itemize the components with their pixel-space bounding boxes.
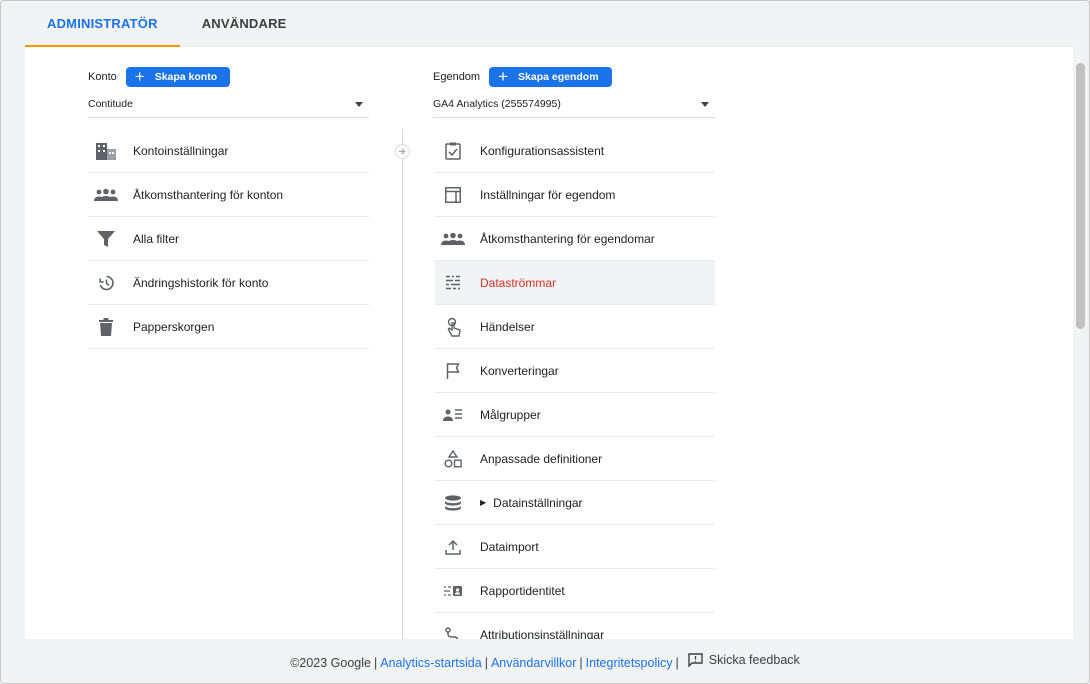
expand-arrow-icon[interactable]: ▶ — [480, 498, 486, 507]
account-label: Konto — [88, 71, 117, 83]
scrollbar-thumb[interactable] — [1076, 63, 1085, 329]
account-item-filters[interactable]: Alla filter — [88, 217, 369, 261]
filter-icon — [94, 227, 118, 251]
property-item-data-import[interactable]: Dataimport — [435, 525, 715, 569]
history-icon — [94, 271, 118, 295]
property-item-data-settings[interactable]: ▶ Datainställningar — [435, 481, 715, 525]
column-divider — [402, 129, 403, 639]
plus-icon: + — [498, 67, 509, 86]
property-item-data-streams[interactable]: Dataströmmar — [435, 261, 715, 305]
property-item-label: Rapportidentitet — [480, 583, 565, 598]
property-item-reporting-identity[interactable]: Rapportidentitet — [435, 569, 715, 613]
property-item-label: Dataströmmar — [480, 275, 557, 290]
create-account-label: Skapa konto — [154, 71, 218, 83]
account-item-settings[interactable]: Kontoinställningar — [88, 129, 369, 173]
account-item-history[interactable]: Ändringshistorik för konto — [88, 261, 369, 305]
scrollbar[interactable] — [1074, 47, 1088, 639]
property-item-setup-assistant[interactable]: Konfigurationsassistent — [435, 129, 715, 173]
building-icon — [94, 139, 118, 163]
create-property-button[interactable]: + Skapa egendom — [489, 67, 612, 87]
property-item-label: Målgrupper — [480, 407, 541, 422]
feedback-icon — [688, 653, 703, 667]
property-item-custom-definitions[interactable]: Anpassade definitioner — [435, 437, 715, 481]
terms-link[interactable]: Användarvillkor — [491, 656, 576, 670]
account-item-label: Kontoinställningar — [133, 143, 229, 158]
plus-icon: + — [134, 67, 145, 86]
property-icon — [441, 183, 465, 207]
copyright-text: ©2023 Google — [290, 656, 371, 670]
touch-icon — [441, 315, 465, 339]
property-item-label: Åtkomsthantering för egendomar — [480, 231, 655, 246]
upload-icon — [441, 535, 465, 559]
property-item-conversions[interactable]: Konverteringar — [435, 349, 715, 393]
account-item-label: Ändringshistorik för konto — [133, 275, 269, 290]
send-feedback-button[interactable]: Skicka feedback — [682, 653, 800, 667]
property-select-value: GA4 Analytics (255574995) — [433, 98, 561, 110]
tab-administrator[interactable]: ADMINISTRATÖR — [25, 1, 180, 47]
property-item-events[interactable]: Händelser — [435, 305, 715, 349]
property-label: Egendom — [433, 71, 481, 83]
people-icon — [441, 227, 465, 251]
account-select[interactable]: Contitude — [88, 93, 369, 118]
create-property-label: Skapa egendom — [518, 71, 599, 83]
property-item-label: Attributionsinställningar — [480, 627, 605, 640]
trash-icon — [94, 315, 118, 339]
feedback-label: Skicka feedback — [708, 653, 800, 667]
audience-icon — [441, 403, 465, 427]
property-header: Egendom + Skapa egendom — [433, 67, 612, 87]
account-item-trash[interactable]: Papperskorgen — [88, 305, 369, 349]
property-item-audiences[interactable]: Målgrupper — [435, 393, 715, 437]
route-icon — [441, 623, 465, 639]
create-account-button[interactable]: + Skapa konto — [125, 67, 231, 87]
property-item-label: Konfigurationsassistent — [480, 143, 605, 158]
property-item-attribution-settings[interactable]: Attributionsinställningar — [435, 613, 715, 639]
dropdown-arrow-icon — [701, 102, 709, 107]
account-item-label: Papperskorgen — [133, 319, 215, 334]
account-header: Konto + Skapa konto — [88, 67, 231, 87]
account-item-label: Alla filter — [133, 231, 180, 246]
privacy-link[interactable]: Integritetspolicy — [586, 656, 673, 670]
property-item-label: Datainställningar — [493, 495, 583, 510]
property-select[interactable]: GA4 Analytics (255574995) — [433, 93, 715, 118]
streams-icon — [441, 271, 465, 295]
property-item-label: Händelser — [480, 319, 535, 334]
shapes-icon — [441, 447, 465, 471]
admin-panel: Konto + Skapa konto Contitude Kontoinstä… — [25, 47, 1073, 639]
app-window: ADMINISTRATÖR ANVÄNDARE Konto + Skapa ko… — [0, 0, 1090, 684]
property-item-label: Inställningar för egendom — [480, 187, 616, 202]
arrow-right-icon — [395, 144, 410, 159]
account-settings-list: Kontoinställningar Åtkomsthantering för … — [88, 129, 369, 349]
flag-icon — [441, 359, 465, 383]
account-item-label: Åtkomsthantering för konton — [133, 187, 284, 202]
database-icon — [441, 491, 465, 515]
checklist-icon — [441, 139, 465, 163]
identity-icon — [441, 579, 465, 603]
property-settings-list: Konfigurationsassistent Inställningar fö… — [435, 129, 715, 639]
analytics-home-link[interactable]: Analytics-startsida — [380, 656, 481, 670]
property-item-settings[interactable]: Inställningar för egendom — [435, 173, 715, 217]
people-icon — [94, 183, 118, 207]
tab-bar: ADMINISTRATÖR ANVÄNDARE — [25, 1, 309, 47]
property-item-label: Konverteringar — [480, 363, 559, 378]
account-select-value: Contitude — [88, 98, 133, 110]
property-item-label: Anpassade definitioner — [480, 451, 603, 466]
account-item-access[interactable]: Åtkomsthantering för konton — [88, 173, 369, 217]
property-item-label: Dataimport — [480, 539, 539, 554]
footer: ©2023 Google | Analytics-startsida | Använda… — [290, 653, 800, 670]
property-item-access[interactable]: Åtkomsthantering för egendomar — [435, 217, 715, 261]
dropdown-arrow-icon — [355, 102, 363, 107]
tab-users[interactable]: ANVÄNDARE — [180, 1, 309, 47]
